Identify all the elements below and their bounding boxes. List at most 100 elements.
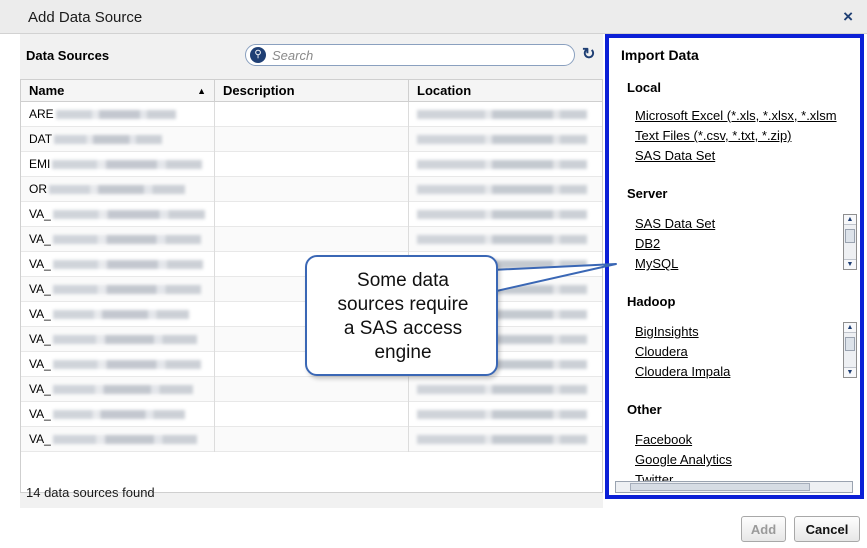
- callout-line-4: engine: [374, 342, 432, 363]
- cell-name-text: VA_: [29, 432, 51, 446]
- table-row[interactable]: ARE: [21, 102, 602, 127]
- link-text-files[interactable]: Text Files (*.csv, *.txt, *.zip): [635, 128, 792, 143]
- table-row[interactable]: DAT: [21, 127, 602, 152]
- link-mysql[interactable]: MySQL: [635, 256, 678, 271]
- redacted-text: [417, 235, 587, 245]
- dialog-titlebar: Add Data Source ×: [0, 0, 867, 34]
- link-cloudera-impala[interactable]: Cloudera Impala: [635, 364, 730, 379]
- server-list-scrollbar[interactable]: ▲ ▼: [843, 214, 857, 270]
- search-box[interactable]: ⚲: [245, 44, 575, 66]
- table-row[interactable]: EMI: [21, 152, 602, 177]
- cell-name: VA_: [21, 277, 215, 302]
- cell-name-text: OR: [29, 182, 47, 196]
- callout-line-3: a SAS access: [343, 318, 463, 339]
- column-header-name[interactable]: Name ▲: [21, 80, 215, 102]
- cell-location: [409, 377, 602, 402]
- result-count: 14 data sources found: [26, 485, 155, 500]
- cell-name-text: VA_: [29, 232, 51, 246]
- redacted-text: [52, 435, 197, 445]
- callout-line-1: Some data: [357, 270, 449, 291]
- cell-name: VA_: [21, 377, 215, 402]
- redacted-text: [52, 410, 185, 420]
- redacted-text: [52, 260, 203, 270]
- hadoop-list-scrollbar[interactable]: ▲ ▼: [843, 322, 857, 378]
- cell-name-text: VA_: [29, 407, 51, 421]
- cell-location: [409, 127, 602, 152]
- horizontal-scrollbar[interactable]: [615, 481, 853, 493]
- cell-description: [215, 102, 409, 127]
- redacted-text: [52, 335, 197, 345]
- scroll-down-icon[interactable]: ▼: [844, 367, 856, 377]
- callout-note: Some data sources require a SAS access e…: [305, 255, 498, 376]
- cell-name-text: ARE: [29, 107, 54, 121]
- redacted-text: [52, 385, 193, 395]
- cell-description: [215, 377, 409, 402]
- redacted-text: [54, 135, 163, 145]
- link-local-sas-data-set[interactable]: SAS Data Set: [635, 148, 715, 163]
- column-header-location[interactable]: Location: [409, 80, 602, 102]
- cell-name-text: EMI: [29, 157, 51, 171]
- refresh-icon[interactable]: ↻: [582, 44, 595, 64]
- table-header: Name ▲ Description Location: [21, 80, 602, 102]
- table-row[interactable]: VA_: [21, 202, 602, 227]
- link-google-analytics[interactable]: Google Analytics: [635, 452, 732, 467]
- scroll-down-icon[interactable]: ▼: [844, 259, 856, 269]
- callout-pointer: [492, 263, 617, 293]
- redacted-text: [55, 110, 176, 120]
- cell-name: VA_: [21, 402, 215, 427]
- table-row[interactable]: VA_: [21, 427, 602, 452]
- link-server-sas-data-set[interactable]: SAS Data Set: [635, 216, 715, 231]
- search-icon: ⚲: [250, 47, 266, 63]
- column-header-description[interactable]: Description: [215, 80, 409, 102]
- dialog-title: Add Data Source: [28, 9, 143, 26]
- link-db2[interactable]: DB2: [635, 236, 660, 251]
- link-facebook[interactable]: Facebook: [635, 432, 692, 447]
- cell-description: [215, 152, 409, 177]
- sort-ascending-icon[interactable]: ▲: [197, 80, 206, 102]
- redacted-text: [417, 135, 587, 145]
- table-row[interactable]: VA_: [21, 402, 602, 427]
- table-row[interactable]: VA_: [21, 227, 602, 252]
- redacted-text: [417, 185, 587, 195]
- cell-description: [215, 427, 409, 452]
- redacted-text: [417, 110, 587, 120]
- cell-description: [215, 202, 409, 227]
- cell-description: [215, 177, 409, 202]
- redacted-text: [52, 310, 189, 320]
- cell-location: [409, 177, 602, 202]
- section-hadoop: Hadoop: [627, 294, 676, 309]
- add-button[interactable]: Add: [741, 516, 786, 542]
- cell-name: EMI: [21, 152, 215, 177]
- link-biginsights[interactable]: BigInsights: [635, 324, 699, 339]
- redacted-text: [52, 235, 201, 245]
- cell-location: [409, 402, 602, 427]
- redacted-text: [52, 210, 205, 220]
- redacted-text: [52, 160, 203, 170]
- scroll-thumb[interactable]: [845, 337, 855, 351]
- cell-name-text: VA_: [29, 282, 51, 296]
- scroll-up-icon[interactable]: ▲: [844, 323, 856, 333]
- table-row[interactable]: VA_: [21, 377, 602, 402]
- redacted-text: [417, 210, 587, 220]
- cell-name: DAT: [21, 127, 215, 152]
- cell-location: [409, 227, 602, 252]
- column-header-name-label: Name: [29, 83, 65, 98]
- table-row[interactable]: OR: [21, 177, 602, 202]
- cell-location: [409, 427, 602, 452]
- cell-location: [409, 102, 602, 127]
- cell-name: VA_: [21, 227, 215, 252]
- scroll-up-icon[interactable]: ▲: [844, 215, 856, 225]
- link-cloudera[interactable]: Cloudera: [635, 344, 688, 359]
- section-server: Server: [627, 186, 668, 201]
- cell-name: VA_: [21, 252, 215, 277]
- search-input[interactable]: [272, 47, 562, 64]
- link-microsoft-excel[interactable]: Microsoft Excel (*.xls, *.xlsx, *.xlsm: [635, 108, 837, 123]
- cell-name: ARE: [21, 102, 215, 127]
- scroll-thumb[interactable]: [630, 483, 810, 491]
- redacted-text: [417, 435, 587, 445]
- scroll-thumb[interactable]: [845, 229, 855, 243]
- redacted-text: [49, 185, 185, 195]
- close-icon[interactable]: ×: [843, 7, 853, 27]
- cancel-button[interactable]: Cancel: [794, 516, 860, 542]
- redacted-text: [417, 410, 587, 420]
